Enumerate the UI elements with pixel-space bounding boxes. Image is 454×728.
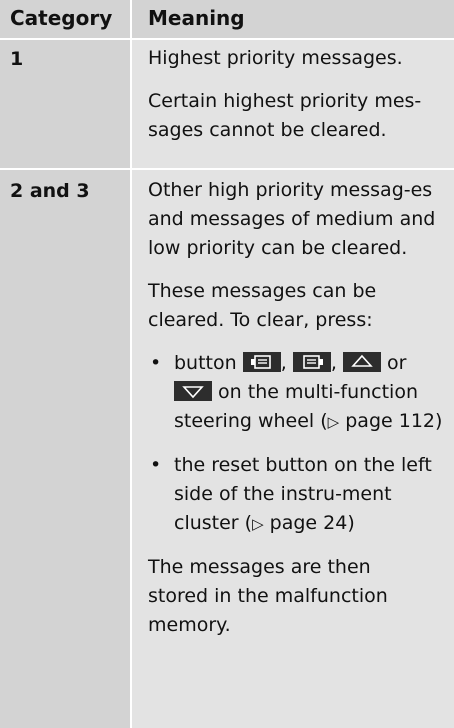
bullet-steering-wheel-buttons: • button , , or on the multi-function st… [148,349,446,437]
row2-meaning-cell: Other high priority messag-es and messag… [130,170,454,728]
page-ref-arrow-icon: ▷ [327,413,340,431]
bullet-dot: • [150,454,162,476]
display-back-button-icon [242,352,281,372]
bullet1-page-ref[interactable]: page 112 [345,410,435,432]
bullet1-sep1: , [280,352,287,374]
row2-paragraph-1: Other high priority messag-es and messag… [148,179,436,259]
row1-meaning-cell: Highest priority messages. Certain highe… [130,40,454,168]
column-divider [130,0,132,728]
row1-category-cell: 1 [0,40,130,168]
clear-methods-list: • button , , or on the multi-function st… [148,349,444,539]
bullet-reset-button: • the reset button on the left side of t… [148,451,446,539]
up-arrow-button-icon [342,352,381,372]
row-divider [0,168,454,170]
row2-paragraph-2: These messages can be cleared. To clear,… [148,280,377,331]
down-arrow-button-icon [174,381,212,401]
row1-category: 1 [10,48,24,70]
bullet2-page-ref[interactable]: page 24 [270,512,348,534]
header-category: Category [10,6,113,30]
message-category-table: Category Meaning 1 Highest priority mess… [0,0,454,728]
header-meaning: Meaning [148,6,245,30]
row-category-2-and-3: 2 and 3 Other high priority messag-es an… [0,170,454,728]
bullet1-pre: button [174,352,237,374]
row-category-1: 1 Highest priority messages. Certain hig… [0,40,454,168]
bullet1-or: or [386,352,407,374]
header-row: Category Meaning [0,0,454,38]
row2-category-cell: 2 and 3 [0,170,130,728]
bullet-dot: • [150,352,162,374]
bullet1-sep2: , [330,352,337,374]
row1-paragraph-2: Certain highest priority mes-sages canno… [148,90,422,141]
display-forward-button-icon [292,352,331,372]
row2-paragraph-3: The messages are then stored in the malf… [148,556,388,636]
header-meaning-cell: Meaning [130,0,454,38]
row2-category: 2 and 3 [10,180,90,202]
header-category-cell: Category [0,0,130,38]
row1-paragraph-1: Highest priority messages. [148,47,403,69]
page-ref-arrow-icon: ▷ [252,515,264,533]
row-divider [0,38,454,40]
